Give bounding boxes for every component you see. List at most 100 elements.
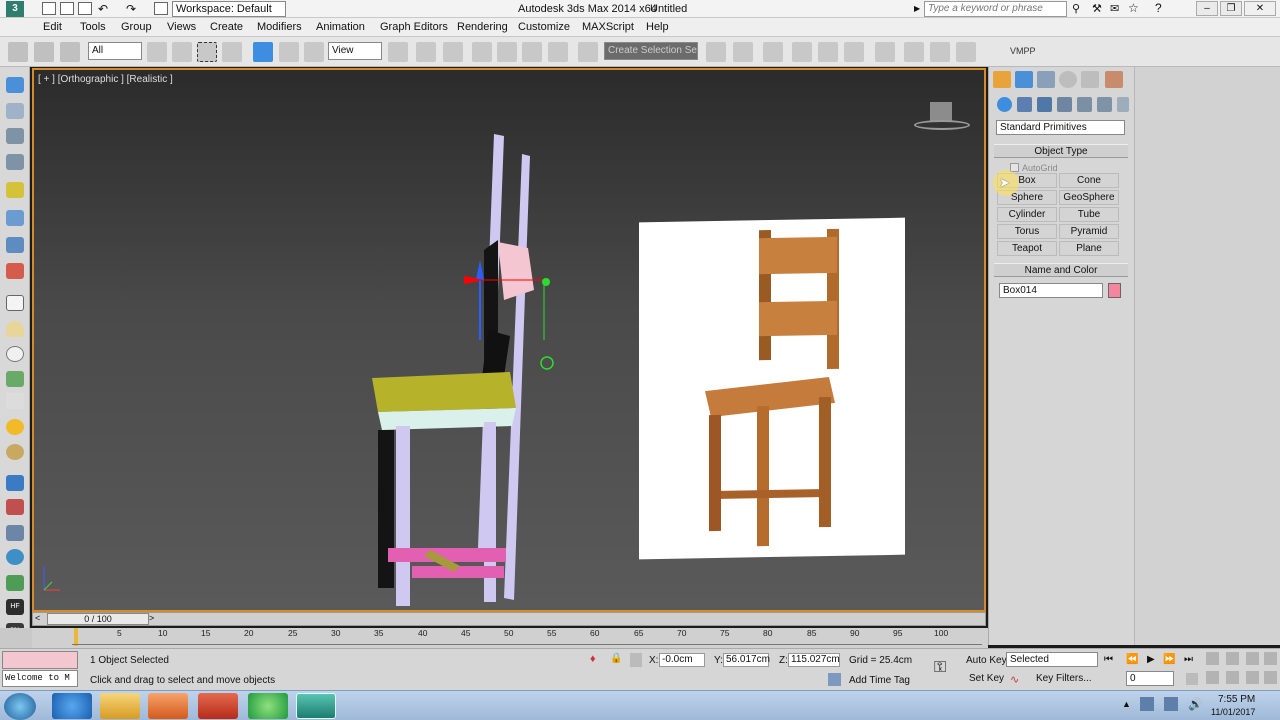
object-color-swatch[interactable]	[1108, 283, 1121, 298]
list-icon[interactable]	[6, 128, 24, 144]
maxscript-listener[interactable]	[2, 651, 78, 669]
key-filter-curve-icon[interactable]: ∿	[1010, 673, 1019, 686]
material-editor-icon[interactable]	[875, 42, 895, 62]
schematic-view-icon[interactable]	[844, 42, 864, 62]
helpers-icon[interactable]	[1077, 97, 1092, 112]
rect-selection-icon[interactable]	[197, 42, 217, 62]
tools-icon[interactable]	[6, 210, 24, 226]
select-manipulate-icon[interactable]	[416, 42, 436, 62]
undo-icon[interactable]: ↶	[98, 2, 112, 16]
pivot-center-icon[interactable]	[388, 42, 408, 62]
key-filters-button[interactable]: Key Filters...	[1036, 673, 1092, 684]
cameras-icon[interactable]	[1057, 97, 1072, 112]
space-warps-icon[interactable]	[1097, 97, 1112, 112]
torus-button[interactable]: Torus	[997, 224, 1057, 239]
bind-space-warp-icon[interactable]	[60, 42, 80, 62]
time-configuration-icon[interactable]	[1186, 673, 1198, 685]
box-icon[interactable]	[6, 295, 24, 311]
tube-button[interactable]: Tube	[1059, 207, 1119, 222]
previous-frame-icon[interactable]: ⏪	[1126, 654, 1138, 665]
isolate-selection-icon[interactable]: ♦	[590, 653, 600, 667]
camtasia-icon[interactable]	[248, 693, 288, 719]
hierarchy-tab-icon[interactable]	[1037, 71, 1055, 88]
light-bulb-icon[interactable]	[6, 182, 24, 198]
time-slider[interactable]: < 0 / 100 >	[32, 612, 986, 626]
menu-animation[interactable]: Animation	[316, 21, 365, 33]
internet-explorer-icon[interactable]	[52, 693, 92, 719]
geosphere-button[interactable]: GeoSphere	[1059, 190, 1119, 205]
action-center-icon[interactable]	[1140, 697, 1154, 711]
time-prev-icon[interactable]: <	[35, 613, 40, 623]
pan-view-icon[interactable]	[1226, 671, 1239, 684]
redo-icon[interactable]: ↷	[126, 2, 140, 16]
add-time-tag-button[interactable]: Add Time Tag	[849, 675, 910, 686]
mannequin-icon[interactable]	[6, 525, 24, 541]
subscription-icon[interactable]: ⚒	[1092, 2, 1102, 15]
cone-button[interactable]: Cone	[1059, 173, 1119, 188]
track-bar[interactable]: 5 10 15 20 25 30 35 40 45 50 55 60 65 70…	[32, 628, 988, 648]
spring-icon[interactable]	[6, 237, 24, 253]
move-icon[interactable]	[253, 42, 273, 62]
cone-icon[interactable]	[6, 393, 24, 409]
orbit-icon[interactable]	[1246, 671, 1259, 684]
menu-create[interactable]: Create	[210, 21, 243, 33]
zoom-all-icon[interactable]	[1226, 652, 1239, 665]
menu-help[interactable]: Help	[646, 21, 669, 33]
zoom-icon[interactable]	[1206, 652, 1219, 665]
view-cube-icon[interactable]	[914, 102, 970, 138]
particles-icon[interactable]	[6, 263, 24, 279]
systems-icon[interactable]	[1117, 97, 1129, 112]
grid-icon[interactable]	[6, 154, 24, 170]
search-arrow-icon[interactable]: ▶	[914, 4, 920, 13]
absolute-mode-icon[interactable]	[630, 653, 642, 667]
mirror-icon[interactable]	[706, 42, 726, 62]
key-icon[interactable]: ⚿	[934, 659, 946, 677]
sphere-icon[interactable]	[6, 346, 24, 362]
file-explorer-icon[interactable]	[100, 693, 140, 719]
time-slider-thumb[interactable]: 0 / 100	[47, 613, 149, 625]
reference-coordinate-select[interactable]: View	[328, 42, 382, 60]
go-to-start-icon[interactable]: ⏮	[1104, 654, 1113, 665]
render-setup-icon[interactable]	[904, 42, 924, 62]
torus-icon[interactable]	[6, 444, 24, 460]
angle-snap-icon[interactable]	[497, 42, 517, 62]
play-icon[interactable]: ▶	[1147, 654, 1155, 665]
rendered-frame-window-icon[interactable]	[930, 42, 950, 62]
auto-key-button[interactable]: Auto Key	[966, 655, 1007, 666]
edit-named-selection-icon[interactable]	[578, 42, 598, 62]
snowflake-icon[interactable]	[6, 475, 24, 491]
rotate-icon[interactable]	[279, 42, 299, 62]
menu-group[interactable]: Group	[121, 21, 152, 33]
help-icon[interactable]: ?	[1155, 1, 1162, 15]
new-file-icon[interactable]	[42, 2, 56, 15]
curve-editor-icon[interactable]	[818, 42, 838, 62]
binoculars-icon[interactable]: ⚲	[1072, 2, 1080, 15]
primitive-type-select[interactable]: Standard Primitives	[996, 120, 1125, 135]
show-hidden-icons-icon[interactable]: ▲	[1122, 699, 1131, 709]
lights-icon[interactable]	[1037, 97, 1052, 112]
next-frame-icon[interactable]: ⏩	[1163, 654, 1175, 665]
restore-icon[interactable]: ❐	[1220, 1, 1242, 16]
teapot-button[interactable]: Teapot	[997, 241, 1057, 256]
select-by-name-icon[interactable]	[172, 42, 192, 62]
unlink-icon[interactable]	[34, 42, 54, 62]
tree-icon[interactable]	[6, 575, 24, 591]
selection-filter-select[interactable]: All	[88, 42, 142, 60]
object-name-input[interactable]: Box014	[999, 283, 1103, 298]
percent-snap-icon[interactable]	[522, 42, 542, 62]
menu-edit[interactable]: Edit	[43, 21, 62, 33]
favorites-star-icon[interactable]: ☆	[1128, 1, 1139, 15]
perspective-viewport[interactable]: [ + ] [Orthographic ] [Realistic ]	[32, 68, 986, 612]
search-input[interactable]: Type a keyword or phrase	[924, 1, 1067, 17]
plant-icon[interactable]	[6, 371, 24, 387]
name-and-color-rollout[interactable]: Name and Color	[994, 263, 1128, 277]
hf-icon[interactable]: HF	[6, 599, 24, 615]
plane-button[interactable]: Plane	[1059, 241, 1119, 256]
network-icon[interactable]	[1164, 697, 1178, 711]
hemisphere-icon[interactable]	[6, 321, 24, 337]
render-production-icon[interactable]	[956, 42, 976, 62]
go-to-end-icon[interactable]: ⏭	[1184, 654, 1193, 665]
shapes-icon[interactable]	[1017, 97, 1032, 112]
vmpp-label[interactable]: VMPP	[1010, 46, 1036, 56]
menu-tools[interactable]: Tools	[80, 21, 106, 33]
